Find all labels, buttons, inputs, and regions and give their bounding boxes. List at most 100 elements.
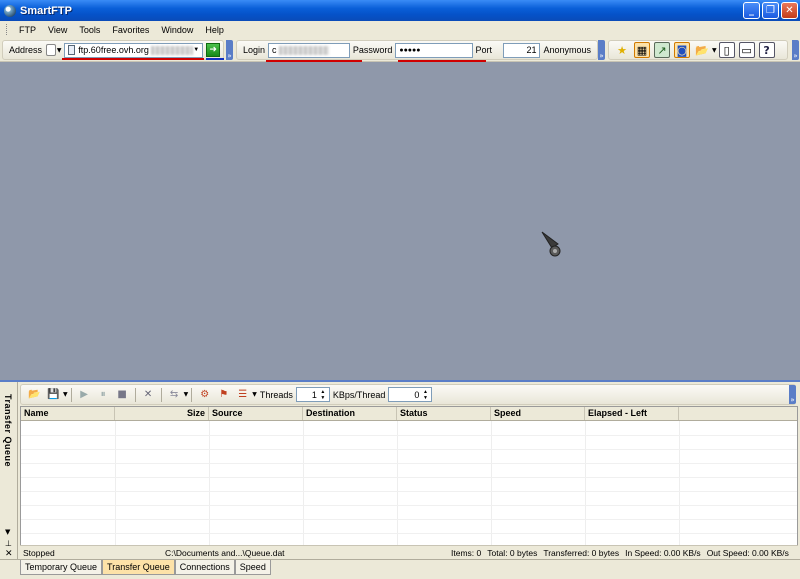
open-folder-icon[interactable]: 📂 (694, 42, 710, 58)
port-value: 21 (526, 45, 537, 55)
window-title: SmartFTP (20, 4, 72, 17)
queue-toolbar-chevron[interactable]: » (789, 385, 796, 404)
grid-line (679, 421, 680, 545)
move-dropdown-icon[interactable]: ▼ (184, 391, 189, 398)
minimize-button[interactable]: _ (743, 2, 760, 19)
menubar-grip[interactable] (6, 24, 9, 35)
panel-close-icon[interactable]: ✕ (5, 549, 13, 559)
out-speed: Out Speed: 0.00 KB/s (706, 548, 789, 558)
remote-browser-icon[interactable]: ▦ (634, 42, 650, 58)
folder-dropdown-icon[interactable]: ▼ (712, 47, 717, 54)
help-icon[interactable]: ? (758, 42, 775, 58)
address-dropdown-icon[interactable]: ▼ (193, 47, 199, 53)
threads-input[interactable]: 1 ▲ ▼ (295, 387, 330, 402)
login-input[interactable]: c (268, 42, 350, 58)
move-icon[interactable]: ⇆ (167, 387, 182, 402)
start-icon[interactable]: ▶ (77, 387, 92, 402)
tab-temporary-queue[interactable]: Temporary Queue (20, 560, 103, 575)
queue-settings-icon[interactable]: ⚙ (197, 387, 212, 402)
col-elapsed[interactable]: Elapsed - Left (585, 407, 679, 420)
queue-table-body[interactable] (21, 421, 797, 545)
grid-line (21, 435, 797, 436)
kbps-input[interactable]: 0 ▲ ▼ (388, 387, 433, 402)
delete-icon[interactable]: ✕ (141, 387, 156, 402)
col-source[interactable]: Source (209, 407, 303, 420)
menu-tools[interactable]: Tools (73, 25, 106, 35)
col-name[interactable]: Name (21, 407, 115, 420)
login-label: Login (243, 45, 266, 55)
scheduler-icon[interactable]: ⚑ (216, 387, 231, 402)
menu-favorites[interactable]: Favorites (106, 25, 155, 35)
grid-line (21, 477, 797, 478)
transferred-bytes: Transferred: 0 bytes (543, 548, 620, 558)
panel-menu-icon[interactable]: ▼ (5, 528, 10, 536)
menu-bar: FTP View Tools Favorites Window Help (0, 21, 800, 38)
grid-line (491, 421, 492, 545)
grid-line (21, 505, 797, 506)
menu-help[interactable]: Help (199, 25, 230, 35)
tab-transfer-queue[interactable]: Transfer Queue (102, 560, 175, 575)
separator (191, 387, 193, 402)
options-dropdown-icon[interactable]: ▼ (252, 391, 257, 398)
kbps-spinner-icon[interactable]: ▲ ▼ (421, 389, 429, 401)
panel-tabs: Temporary Queue Transfer Queue Connectio… (0, 559, 800, 579)
grid-line (303, 421, 304, 545)
new-document-icon[interactable] (46, 44, 56, 56)
separator (160, 387, 162, 402)
queue-status-bar: Stopped C:\Documents and...\Queue.dat It… (20, 545, 798, 560)
queue-table-header: Name Size Source Destination Status Spee… (21, 407, 797, 421)
queue-file-path: C:\Documents and...\Queue.dat (165, 548, 285, 558)
separator (70, 387, 72, 402)
smartftp-app-icon (4, 4, 16, 17)
queue-toolbar: 📂 💾 ▼ ▶ ⏸ ■ ✕ ⇆ ▼ ⚙ ⚑ ☰ ▼ Threads 1 ▲ ▼ K… (20, 384, 796, 405)
toolbar-overflow-chevron-2[interactable]: » (598, 40, 605, 60)
tab-speed[interactable]: Speed (234, 560, 271, 575)
address-input[interactable]: ftp.60free.ovh.org ▼ (63, 42, 204, 58)
menu-ftp[interactable]: FTP (13, 25, 42, 35)
load-queue-icon[interactable]: 📂 (27, 387, 42, 402)
menu-window[interactable]: Window (155, 25, 199, 35)
restore-button[interactable]: ❐ (762, 2, 779, 19)
transfer-queue-panel: Transfer Queue ▼ ⊥ ✕ 📂 💾 ▼ ▶ ⏸ ■ ✕ ⇆ ▼ ⚙… (0, 380, 800, 561)
threads-spinner-icon[interactable]: ▲ ▼ (319, 389, 327, 401)
col-speed[interactable]: Speed (491, 407, 585, 420)
favorites-star-icon[interactable]: ★ (614, 42, 630, 58)
password-input[interactable]: ●●●●● (395, 42, 474, 58)
split-horizontal-icon[interactable]: ▭ (738, 42, 755, 58)
pause-icon[interactable]: ⏸ (96, 387, 111, 402)
grid-line (21, 449, 797, 450)
grid-line (21, 491, 797, 492)
kbps-label: KBps/Thread (332, 389, 386, 400)
workspace-area (0, 62, 800, 378)
menu-view[interactable]: View (42, 25, 73, 35)
local-browser-icon[interactable]: ◙ (674, 42, 690, 58)
queue-options-icon[interactable]: ☰ (235, 387, 250, 402)
col-destination[interactable]: Destination (303, 407, 397, 420)
save-dropdown-icon[interactable]: ▼ (63, 391, 68, 398)
threads-label: Threads (259, 389, 293, 400)
split-vertical-icon[interactable]: ▯ (718, 42, 735, 58)
address-value: ftp.60free.ovh.org (78, 45, 149, 55)
login-value: c (272, 45, 277, 55)
stop-icon[interactable]: ■ (115, 387, 130, 402)
col-status[interactable]: Status (397, 407, 491, 420)
grid-line (397, 421, 398, 545)
port-input[interactable]: 21 (502, 42, 541, 58)
toolbar-overflow-chevron-3[interactable]: » (792, 40, 799, 60)
login-bar: Login c Password ●●●●● Port 21 Anonymous (236, 40, 598, 60)
window-controls: _ ❐ ✕ (743, 2, 798, 19)
col-size[interactable]: Size (115, 407, 209, 420)
queue-state: Stopped (23, 548, 55, 558)
save-queue-icon[interactable]: 💾 (46, 387, 61, 402)
queue-table: Name Size Source Destination Status Spee… (20, 406, 798, 546)
go-button[interactable]: ➜ (206, 43, 220, 57)
pin-icon[interactable]: ⊥ (5, 539, 12, 548)
items-count: Items: 0 (451, 548, 482, 558)
password-label: Password (352, 45, 393, 55)
anonymous-toggle[interactable]: Anonymous (543, 45, 591, 55)
tab-connections[interactable]: Connections (174, 560, 235, 575)
address-history-dropdown-icon[interactable]: ▼ (57, 47, 62, 54)
toolbar-overflow-chevron[interactable]: » (226, 40, 233, 60)
transfer-graph-icon[interactable]: ↗ (654, 42, 670, 58)
close-button[interactable]: ✕ (781, 2, 798, 19)
